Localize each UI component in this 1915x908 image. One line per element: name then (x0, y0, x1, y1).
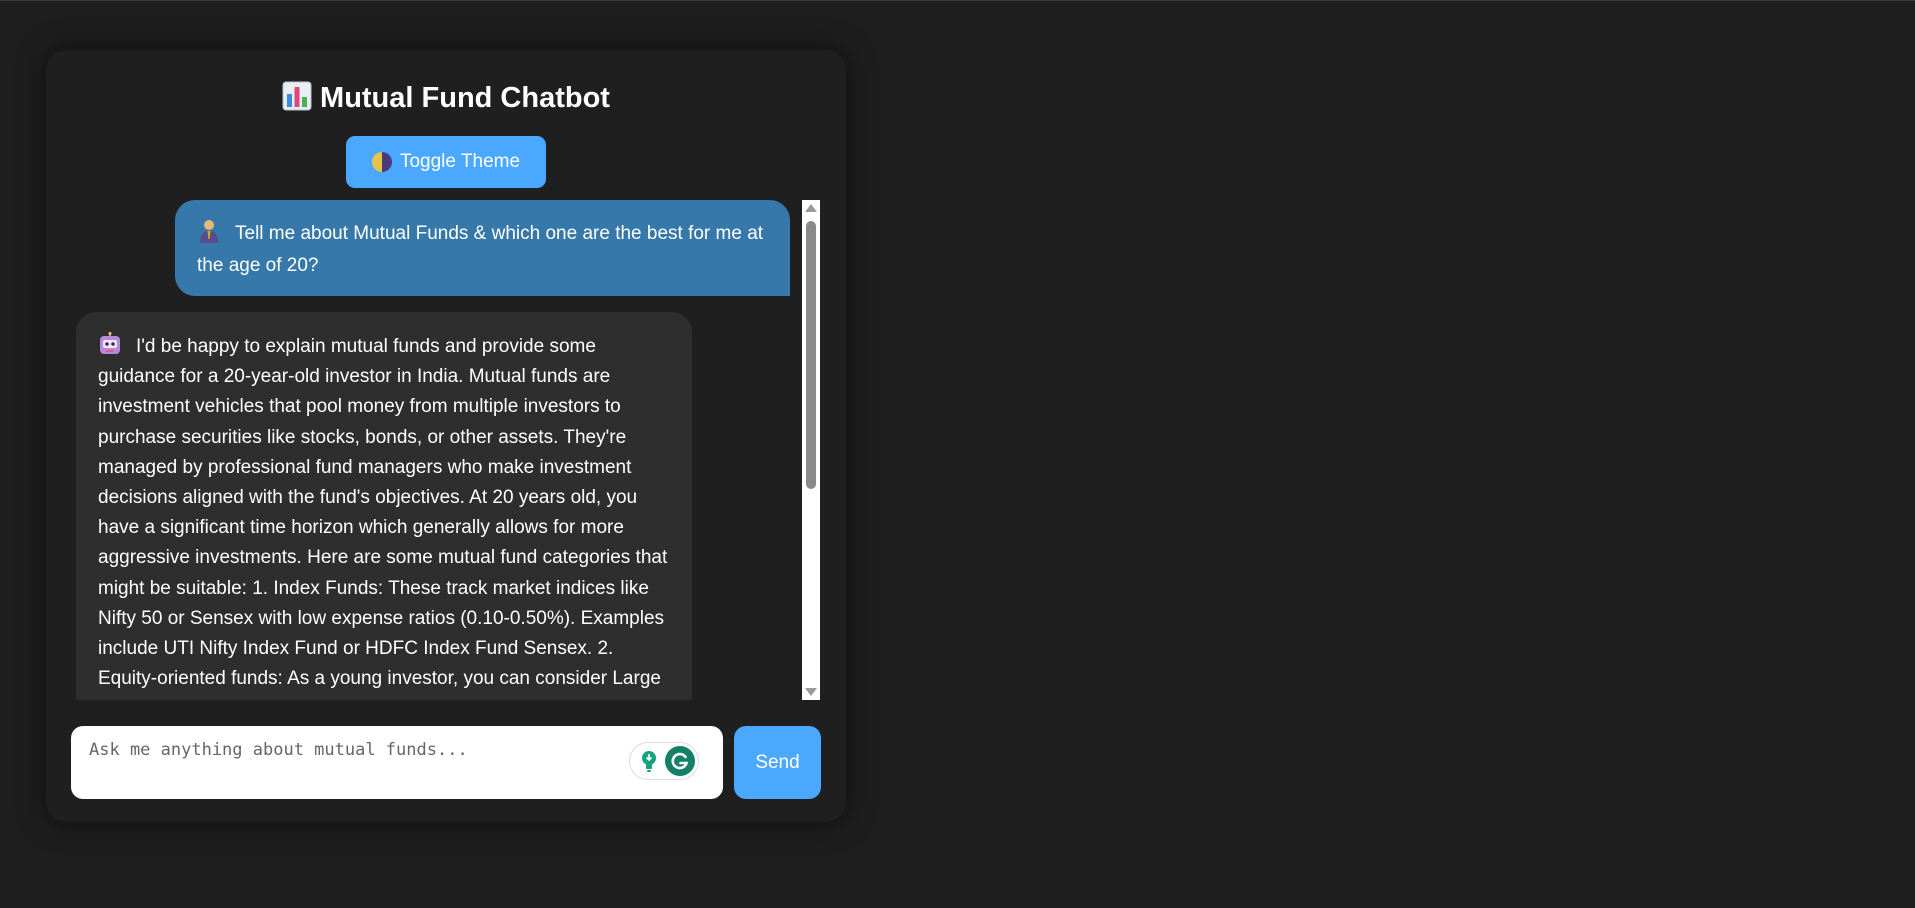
toggle-theme-label: Toggle Theme (399, 151, 521, 172)
page-title-text: Mutual Fund Chatbot (320, 82, 610, 114)
user-message: Tell me about Mutual Funds & which one a… (175, 200, 790, 296)
bot-message-text: I'd be happy to explain mutual funds and… (98, 336, 668, 700)
grammar-assistant-widget[interactable] (629, 742, 699, 780)
message-list[interactable]: Tell me about Mutual Funds & which one a… (76, 200, 820, 700)
scroll-down-arrow-icon[interactable] (805, 688, 817, 696)
page-title: Mutual Fund Chatbot (46, 80, 846, 116)
window-top-border (0, 0, 1915, 1)
user-message-text: Tell me about Mutual Funds & which one a… (197, 223, 764, 276)
robot-icon (100, 332, 120, 354)
scroll-up-arrow-icon[interactable] (805, 204, 817, 212)
bot-message: I'd be happy to explain mutual funds and… (76, 312, 692, 700)
send-button[interactable]: Send (734, 726, 821, 799)
bar-chart-icon (282, 81, 312, 111)
toggle-theme-button[interactable]: Toggle Theme (346, 136, 546, 188)
grammarly-g-icon[interactable] (665, 746, 695, 776)
scrollbar-thumb[interactable] (806, 221, 816, 489)
message-input-container (71, 726, 723, 799)
half-moon-icon (371, 152, 392, 172)
chat-panel: Mutual Fund Chatbot Toggle Theme Tell me… (46, 50, 846, 822)
message-input[interactable] (71, 726, 631, 799)
lightbulb-icon[interactable] (637, 749, 661, 773)
person-icon (200, 220, 218, 243)
messages-scrollbar[interactable] (802, 200, 820, 700)
